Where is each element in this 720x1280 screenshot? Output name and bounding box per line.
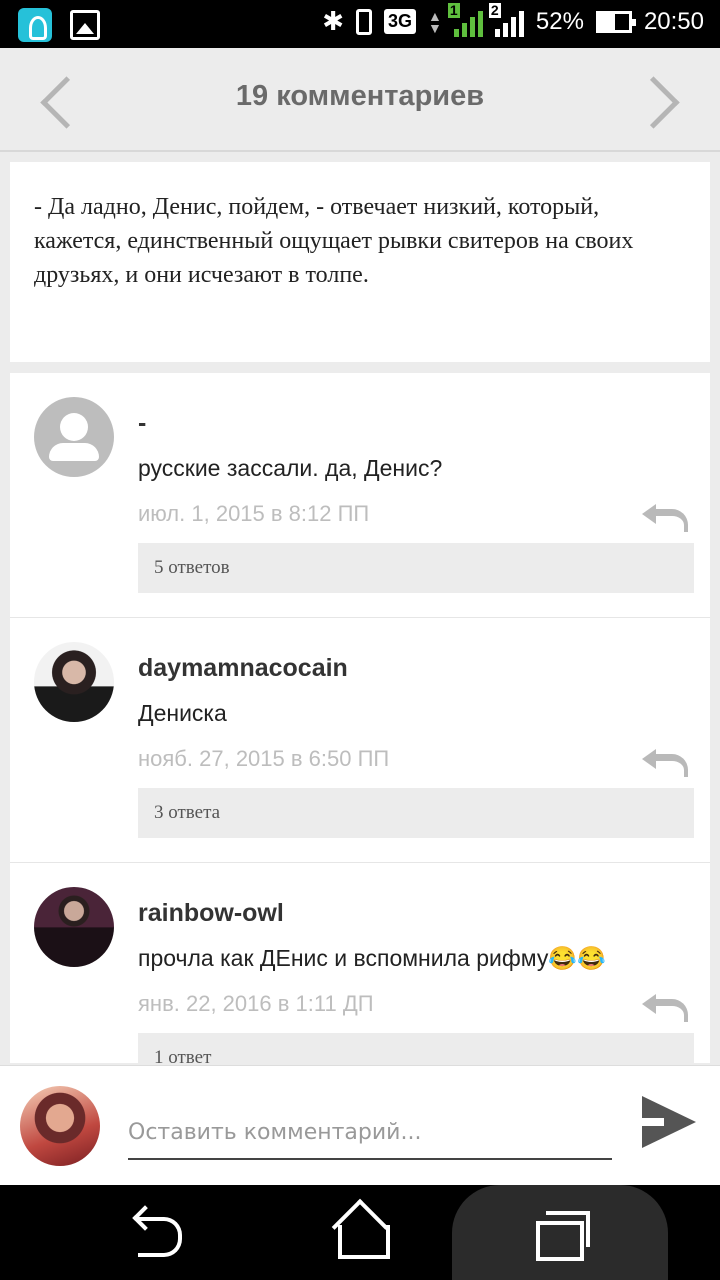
signal-sim1-icon: 1 bbox=[447, 2, 483, 37]
recent-apps-icon[interactable] bbox=[452, 1185, 668, 1280]
comment-item: daymamnacocain Дениска нояб. 27, 2015 в … bbox=[10, 618, 710, 863]
comments-header: 19 комментариев bbox=[0, 48, 720, 152]
reply-icon[interactable] bbox=[642, 991, 688, 1022]
replies-button[interactable]: 1 ответ bbox=[138, 1033, 694, 1063]
comment-input[interactable] bbox=[128, 1106, 612, 1160]
reply-icon[interactable] bbox=[642, 501, 688, 532]
quote-text: - Да ладно, Денис, пойдем, - отвечает ни… bbox=[34, 194, 634, 288]
back-icon[interactable] bbox=[100, 1185, 220, 1280]
status-bar: ✱ 3G ▲ ▼ 1 2 52% 20:50 bbox=[0, 0, 720, 48]
comment-author[interactable]: daymamnacocain bbox=[138, 654, 348, 683]
comment-author[interactable]: rainbow-owl bbox=[138, 899, 284, 928]
avatar[interactable] bbox=[34, 397, 114, 477]
comment-item: rainbow-owl прочла как ДЕнис и вспомнила… bbox=[10, 863, 710, 1063]
comment-item: - русские зассали. да, Денис? июл. 1, 20… bbox=[10, 373, 710, 618]
comment-date: янв. 22, 2016 в 1:11 ДП bbox=[138, 991, 374, 1016]
comment-text: Дениска bbox=[138, 700, 227, 726]
gallery-notification-icon bbox=[70, 10, 100, 40]
battery-icon bbox=[595, 10, 636, 33]
comment-list[interactable]: - русские зассали. да, Денис? июл. 1, 20… bbox=[10, 373, 710, 1063]
comment-date: июл. 1, 2015 в 8:12 ПП bbox=[138, 501, 370, 526]
vibrate-icon bbox=[356, 8, 373, 35]
page-title: 19 комментариев bbox=[235, 80, 485, 112]
comment-author[interactable]: - bbox=[138, 409, 146, 438]
avatar[interactable] bbox=[34, 642, 114, 722]
replies-button[interactable]: 5 ответов bbox=[138, 543, 694, 593]
comment-text: русские зассали. да, Денис? bbox=[138, 455, 443, 481]
comment-date: нояб. 27, 2015 в 6:50 ПП bbox=[138, 746, 390, 771]
comment-text: прочла как ДЕнис и вспомнила рифму😂😂 bbox=[138, 945, 606, 971]
signal-sim2-icon: 2 bbox=[488, 2, 524, 37]
reply-icon[interactable] bbox=[642, 746, 688, 777]
quoted-passage: - Да ладно, Денис, пойдем, - отвечает ни… bbox=[10, 162, 710, 362]
sim2-badge: 2 bbox=[488, 1, 501, 18]
replies-button[interactable]: 3 ответа bbox=[138, 788, 694, 838]
battery-percent: 52% bbox=[535, 7, 584, 35]
avatar bbox=[20, 1086, 100, 1166]
system-navigation-bar bbox=[0, 1185, 720, 1280]
network-type: 3G bbox=[384, 9, 417, 34]
clock: 20:50 bbox=[643, 7, 704, 35]
send-icon[interactable] bbox=[642, 1096, 696, 1150]
app-notification-icon bbox=[18, 8, 52, 42]
sim1-badge: 1 bbox=[447, 1, 460, 18]
home-icon[interactable] bbox=[300, 1185, 420, 1280]
avatar[interactable] bbox=[34, 887, 114, 967]
comment-compose-bar bbox=[0, 1065, 720, 1185]
chevron-right-icon[interactable] bbox=[644, 70, 684, 130]
bluetooth-icon: ✱ bbox=[322, 6, 345, 36]
data-activity-icon: ▲ ▼ bbox=[428, 7, 442, 36]
